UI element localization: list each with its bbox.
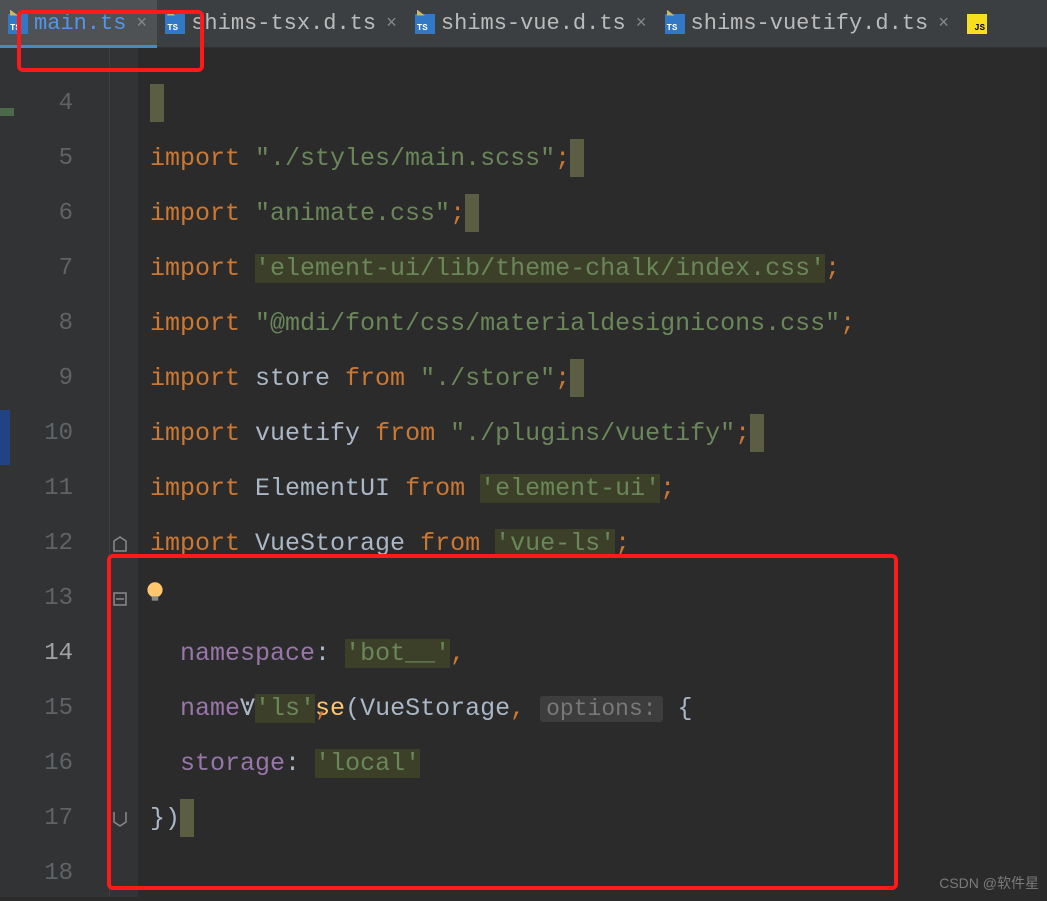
line-number: 8	[0, 296, 109, 351]
code-line: import VueStorage from 'vue-ls';	[150, 516, 1047, 571]
code-line: import vuetify from "./plugins/vuetify";	[150, 406, 1047, 461]
close-icon[interactable]: ×	[136, 14, 147, 34]
code-line: import 'element-ui/lib/theme-chalk/index…	[150, 241, 1047, 296]
tab-shims-tsx[interactable]: shims-tsx.d.ts ×	[157, 0, 407, 47]
tab-label: shims-vue.d.ts	[441, 11, 626, 36]
tab-main-ts[interactable]: main.ts ×	[0, 0, 157, 47]
line-number: 13	[0, 571, 109, 626]
tab-label: shims-vuetify.d.ts	[691, 11, 929, 36]
code-line: import "./styles/main.scss";	[150, 131, 1047, 186]
ts-icon	[665, 14, 685, 34]
code-line: import "@mdi/font/css/materialdesignicon…	[150, 296, 1047, 351]
line-number: 5	[0, 131, 109, 186]
code-line	[150, 846, 1047, 901]
line-number: 9	[0, 351, 109, 406]
code-line: namespace: 'bot__',	[150, 626, 1047, 681]
ts-icon	[165, 14, 185, 34]
editor[interactable]: 4 5 6 7 8 9 10 11 12 13 14 15 16 17 18 i…	[0, 48, 1047, 897]
line-number: 6	[0, 186, 109, 241]
tab-label: main.ts	[34, 11, 126, 36]
code-line: import "animate.css";	[150, 186, 1047, 241]
line-number: 7	[0, 241, 109, 296]
tab-label: shims-tsx.d.ts	[191, 11, 376, 36]
tab-bar: main.ts × shims-tsx.d.ts × shims-vue.d.t…	[0, 0, 1047, 48]
code-line	[150, 76, 1047, 131]
line-number: 11	[0, 461, 109, 516]
line-number: 15	[0, 681, 109, 736]
line-number: 12	[0, 516, 109, 571]
js-icon	[967, 14, 987, 34]
code-line: name:'ls',	[150, 681, 1047, 736]
fold-minus-icon[interactable]	[112, 591, 128, 607]
line-number: 14	[0, 626, 109, 681]
line-number: 4	[0, 76, 109, 131]
code-line: import store from "./store";	[150, 351, 1047, 406]
line-number: 16	[0, 736, 109, 791]
fold-open-icon[interactable]	[112, 536, 128, 552]
code-line: import ElementUI from 'element-ui';	[150, 461, 1047, 516]
fold-close-icon[interactable]	[112, 811, 128, 827]
fold-margin	[110, 48, 138, 897]
tab-js[interactable]	[959, 0, 987, 47]
line-number: 18	[0, 846, 109, 901]
line-number: 10	[0, 406, 109, 461]
code-area[interactable]: import "./styles/main.scss"; import "ani…	[138, 48, 1047, 897]
tab-shims-vue[interactable]: shims-vue.d.ts ×	[407, 0, 657, 47]
tab-shims-vuetify[interactable]: shims-vuetify.d.ts ×	[657, 0, 959, 47]
code-line: storage: 'local'	[150, 736, 1047, 791]
close-icon[interactable]: ×	[386, 14, 397, 34]
line-number: 17	[0, 791, 109, 846]
code-line: })	[150, 791, 1047, 846]
gutter: 4 5 6 7 8 9 10 11 12 13 14 15 16 17 18	[0, 48, 110, 897]
code-line: Vue.use(VueStorage, options: {	[150, 571, 1047, 626]
bulb-icon[interactable]	[142, 579, 168, 605]
watermark: CSDN @软件星	[939, 873, 1039, 893]
close-icon[interactable]: ×	[636, 14, 647, 34]
close-icon[interactable]: ×	[938, 14, 949, 34]
ts-icon	[8, 14, 28, 34]
ts-icon	[415, 14, 435, 34]
